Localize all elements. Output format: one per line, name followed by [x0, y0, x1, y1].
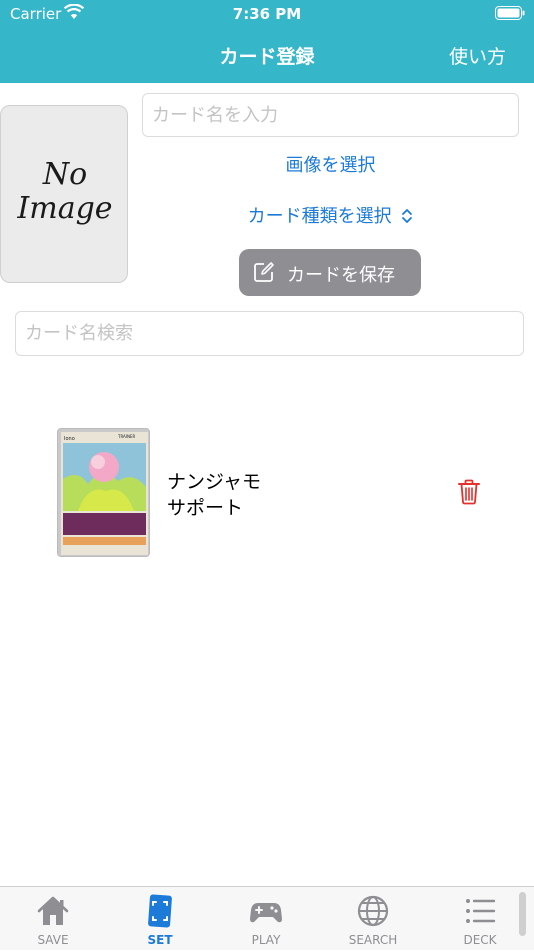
card-search-input[interactable]: [15, 311, 524, 356]
list-icon: [466, 899, 496, 923]
card-art-category: TRAINER: [117, 434, 135, 439]
card-image-placeholder[interactable]: No Image: [0, 105, 128, 283]
card-scan-icon: [148, 894, 172, 928]
tab-save[interactable]: SAVE: [0, 887, 106, 951]
card-type-select[interactable]: カード種類を選択: [142, 202, 519, 228]
gamepad-icon: [250, 903, 282, 923]
tab-play[interactable]: PLAY: [213, 887, 319, 951]
nav-header: Carrier 7:36 PM カード登録 使い方: [0, 0, 534, 83]
card-thumbnail: Iono TRAINER: [57, 428, 150, 557]
no-image-line1: No: [42, 157, 88, 192]
status-time: 7:36 PM: [232, 5, 302, 23]
house-icon: [37, 896, 69, 925]
status-bar: Carrier 7:36 PM: [0, 0, 534, 28]
chevron-updown-icon: [402, 209, 413, 223]
trash-icon[interactable]: [458, 479, 480, 505]
edit-icon: [254, 262, 274, 282]
card-list-item[interactable]: Iono TRAINER ナンジャモ サポート: [0, 420, 534, 565]
help-button[interactable]: 使い方: [449, 42, 506, 69]
card-name: ナンジャモ: [167, 471, 262, 493]
select-image-button[interactable]: 画像を選択: [142, 151, 519, 177]
no-image-line2: Image: [17, 191, 113, 226]
tab-deck-label: DECK: [463, 933, 497, 947]
card-name-input[interactable]: [142, 93, 519, 137]
tab-set-label: SET: [147, 933, 173, 947]
save-card-button[interactable]: カードを保存: [239, 249, 421, 296]
tab-play-label: PLAY: [251, 933, 281, 947]
save-card-label: カードを保存: [287, 265, 395, 286]
battery-icon: [495, 6, 525, 20]
tab-set[interactable]: SET: [107, 887, 213, 951]
select-image-label: 画像を選択: [285, 155, 376, 176]
tab-search-label: SEARCH: [348, 933, 398, 947]
globe-icon: [357, 895, 389, 927]
card-type: サポート: [167, 497, 244, 519]
tab-search[interactable]: SEARCH: [320, 887, 426, 951]
scroll-indicator[interactable]: [519, 892, 526, 936]
no-image-text: No Image: [1, 158, 129, 226]
tab-save-label: SAVE: [37, 933, 69, 947]
tab-deck[interactable]: DECK: [427, 887, 533, 951]
card-type-label: カード種類を選択: [247, 206, 392, 227]
card-art: Iono TRAINER: [58, 429, 149, 556]
tab-bar: SAVE SET PLAY SEARCH DECK: [0, 886, 534, 950]
card-art-title: Iono: [64, 436, 75, 442]
